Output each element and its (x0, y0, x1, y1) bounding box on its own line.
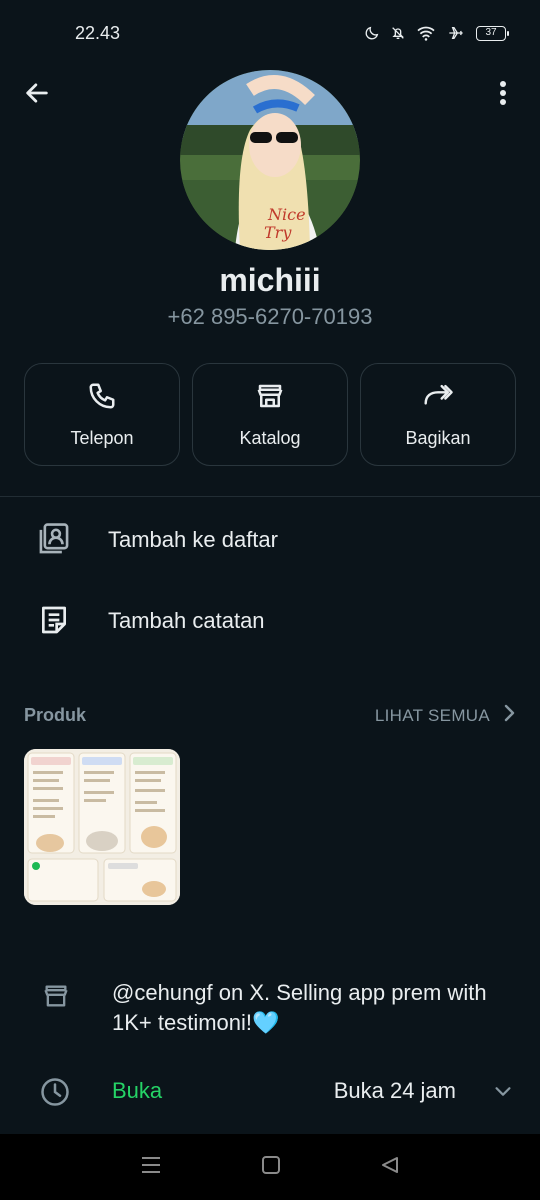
action-buttons: Telepon Katalog Bagikan (24, 363, 516, 466)
add-note-label: Tambah catatan (108, 608, 265, 633)
products-header: Produk LIHAT SEMUA (24, 704, 516, 727)
more-options-button[interactable] (486, 78, 520, 112)
share-button[interactable]: Bagikan (360, 363, 516, 466)
store-icon (255, 381, 285, 416)
chevron-right-icon (504, 704, 516, 727)
see-all-label: LIHAT SEMUA (374, 705, 490, 725)
arrow-left-icon (23, 79, 51, 112)
add-to-list-label: Tambah ke daftar (108, 527, 278, 552)
products-title: Produk (24, 705, 87, 725)
divider (0, 496, 540, 497)
store-icon (42, 982, 70, 1015)
see-all-button[interactable]: LIHAT SEMUA (375, 704, 516, 727)
svg-text:Nice: Nice (267, 205, 306, 224)
status-icons: 37 (364, 25, 509, 41)
catalog-label: Katalog (239, 427, 301, 448)
wifi-icon (416, 25, 436, 41)
hours-status: Buka (112, 1078, 163, 1103)
call-label: Telepon (70, 427, 134, 448)
more-vertical-icon (499, 80, 507, 111)
back-nav-icon[interactable] (380, 1155, 400, 1180)
back-button[interactable] (20, 78, 54, 112)
share-icon (422, 381, 454, 416)
product-thumbnail[interactable] (24, 749, 180, 905)
battery-icon: 37 (476, 25, 509, 41)
menu-icon[interactable] (140, 1155, 162, 1180)
chevron-down-icon[interactable] (492, 1080, 514, 1107)
status-time: 22.43 (75, 22, 121, 43)
share-label: Bagikan (405, 427, 471, 448)
profile-phone: +62 895-6270-70193 (167, 304, 373, 329)
phone-icon (87, 381, 117, 416)
add-note-row[interactable]: Tambah catatan (0, 581, 540, 661)
profile-name: michiii (219, 262, 321, 298)
home-icon[interactable] (261, 1155, 281, 1180)
business-hours-row[interactable]: Buka Buka 24 jam (0, 1070, 540, 1114)
catalog-button[interactable]: Katalog (192, 363, 348, 466)
avatar[interactable]: Nice Try (180, 70, 360, 250)
status-bar: 22.43 37 (0, 0, 540, 66)
clock-icon (40, 1077, 70, 1112)
hours-value: Buka 24 jam (333, 1078, 456, 1103)
system-nav-bar (0, 1134, 540, 1200)
bell-off-icon (390, 25, 406, 41)
contact-list-icon (38, 522, 70, 561)
business-description: @cehungf on X. Selling app prem with 1K+… (112, 980, 487, 1035)
svg-text:Try: Try (264, 223, 292, 242)
add-to-list-row[interactable]: Tambah ke daftar (0, 500, 540, 580)
call-button[interactable]: Telepon (24, 363, 180, 466)
airplane-icon (446, 25, 466, 41)
moon-icon (364, 25, 380, 41)
note-icon (38, 603, 70, 642)
